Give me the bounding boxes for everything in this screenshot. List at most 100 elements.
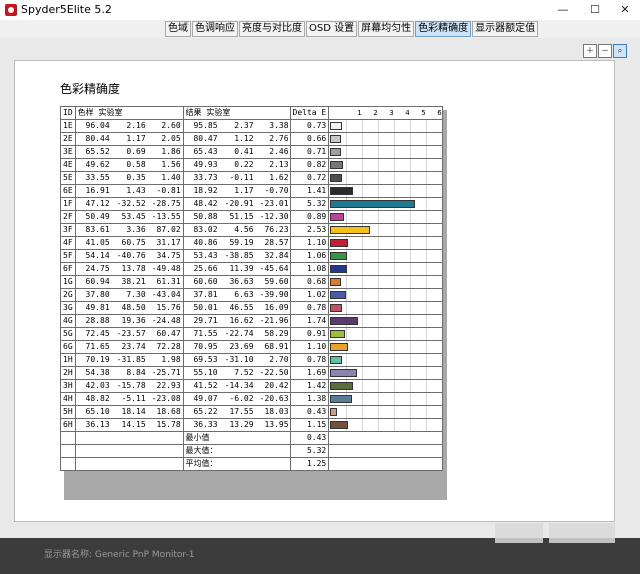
row-id: 3G [60,301,76,315]
table-row: 1H 70.19 -31.85 1.98 69.53 -31.10 2.70 0.78 [60,353,443,367]
tab-list: 色域 色调响应 亮度与对比度 OSD 设置 屏幕均匀性 色彩精确度 显示器额定值 [165,21,539,37]
reference-lab-a: 8.84 [126,368,146,377]
reference-lab-a: 0.69 [126,147,146,156]
tab-3[interactable]: OSD 设置 [306,21,358,37]
table-row: 5G 72.45 -23.57 60.47 71.55 -22.74 58.29 0.91 [60,327,443,341]
table-row: 3F 83.61 3.36 87.02 83.02 4.56 76.23 2.53 [60,223,443,237]
result-lab-a: 4.56 [234,225,254,234]
reference-lab: 16.91 1.43 -0.81 [74,184,184,198]
reference-lab-l: 50.49 [85,212,110,221]
gridline [410,328,412,340]
table-row: 5E 33.55 0.35 1.40 33.73 -0.11 1.62 0.72 [60,171,443,185]
row-id: 2H [60,366,76,380]
summary-empty [74,457,184,471]
reference-lab-b: 87.02 [156,225,181,234]
reference-lab-a: 14.15 [121,420,146,429]
delta-e-bar [330,343,349,351]
reference-lab-l: 33.55 [85,173,110,182]
row-id: 3E [60,145,76,159]
zoom-in-icon[interactable]: ＋ [583,44,597,58]
row-id: 3H [60,379,76,393]
delta-e-bar [330,291,347,299]
gridline [362,367,364,379]
reference-lab: 83.61 3.36 87.02 [74,223,184,237]
row-id: 3F [60,223,76,237]
gridline [394,146,396,158]
reference-lab-b: 2.05 [161,134,181,143]
delta-e-bar [330,174,343,182]
reference-lab-l: 80.44 [85,134,110,143]
summary-empty [328,431,443,445]
gridline [362,354,364,366]
table-row: 1G 60.94 38.21 61.31 60.60 36.63 59.60 0.68 [60,275,443,289]
minimize-button[interactable]: — [548,0,578,20]
monitor-name: 显示器名称: Generic PnP Monitor-1 [44,550,195,560]
row-id: 2E [60,132,76,146]
table-row: 2F 50.49 53.45 -13.55 50.88 51.15 -12.30 0.89 [60,210,443,224]
delta-e-value: 0.91 [289,327,330,341]
reference-lab-a: 7.30 [126,290,146,299]
gridline [410,367,412,379]
result-lab-b: -0.70 [264,186,289,195]
result-lab-a: 7.52 [234,368,254,377]
reference-lab-b: 1.40 [161,173,181,182]
delta-e-bar-cell [328,249,443,263]
table-row: 2E 80.44 1.17 2.05 80.47 1.12 2.76 0.66 [60,132,443,146]
maximize-button[interactable]: ☐ [580,0,610,20]
reference-lab-l: 16.91 [85,186,110,195]
delta-e-bar [330,265,348,273]
gridline [426,341,428,353]
result-lab-b: 68.91 [264,342,289,351]
tab-5[interactable]: 色彩精确度 [415,21,472,37]
gridline [426,393,428,405]
zoom-out-icon[interactable]: － [598,44,612,58]
delta-e-bar-cell [328,132,443,146]
gridline [378,328,380,340]
tab-0[interactable]: 色域 [165,21,191,37]
gridline [394,211,396,223]
summary-value: 5.32 [289,444,330,458]
report-title: 色彩精确度 [60,82,121,96]
result-lab-b: 1.62 [269,173,289,182]
delta-e-bar [330,356,343,364]
gridline [394,354,396,366]
gridline [362,185,364,197]
delta-e-bar [330,252,348,260]
reference-lab-a: 0.58 [126,160,146,169]
gridline [378,315,380,327]
row-id: 1E [60,119,76,133]
gridline [410,263,412,275]
zoom-fit-icon[interactable]: ⌕ [613,44,627,58]
reference-lab: 48.82 -5.11 -23.08 [74,392,184,406]
result-lab-b: -12.30 [259,212,289,221]
result-lab-l: 53.43 [193,251,218,260]
reference-lab: 49.62 0.58 1.56 [74,158,184,172]
reference-lab-b: -25.71 [151,368,181,377]
gridline [410,289,412,301]
accuracy-table-wrapper: ID 色样 实验室 结果 实验室 Delta E 1234567 1E96.04… [60,106,443,496]
tab-6[interactable]: 显示器额定值 [472,21,539,37]
gridline [378,380,380,392]
delta-e-bar-cell [328,236,443,250]
delta-e-value: 0.78 [289,301,330,315]
delta-e-value: 1.02 [289,288,330,302]
result-lab: 65.43 0.41 2.46 [182,145,291,159]
reference-lab-l: 72.45 [85,329,110,338]
tab-2[interactable]: 亮度与对比度 [239,21,305,37]
reference-lab: 24.75 13.78 -49.48 [74,262,184,276]
delta-e-bar-cell [328,145,443,159]
scale-tick-label: 3 [389,109,394,117]
tab-4[interactable]: 屏幕均匀性 [358,21,415,37]
tab-1[interactable]: 色调响应 [192,21,238,37]
delta-e-bar [330,135,342,143]
reference-lab-a: 1.43 [126,186,146,195]
delta-e-value: 0.43 [289,405,330,419]
summary-label: 最大值： [182,444,291,458]
gridline [378,341,380,353]
delta-e-bar-cell [328,366,443,380]
gridline [346,159,348,171]
gridline [346,133,348,145]
close-button[interactable]: ✕ [610,0,640,20]
gridline [426,406,428,418]
summary-empty [74,444,184,458]
